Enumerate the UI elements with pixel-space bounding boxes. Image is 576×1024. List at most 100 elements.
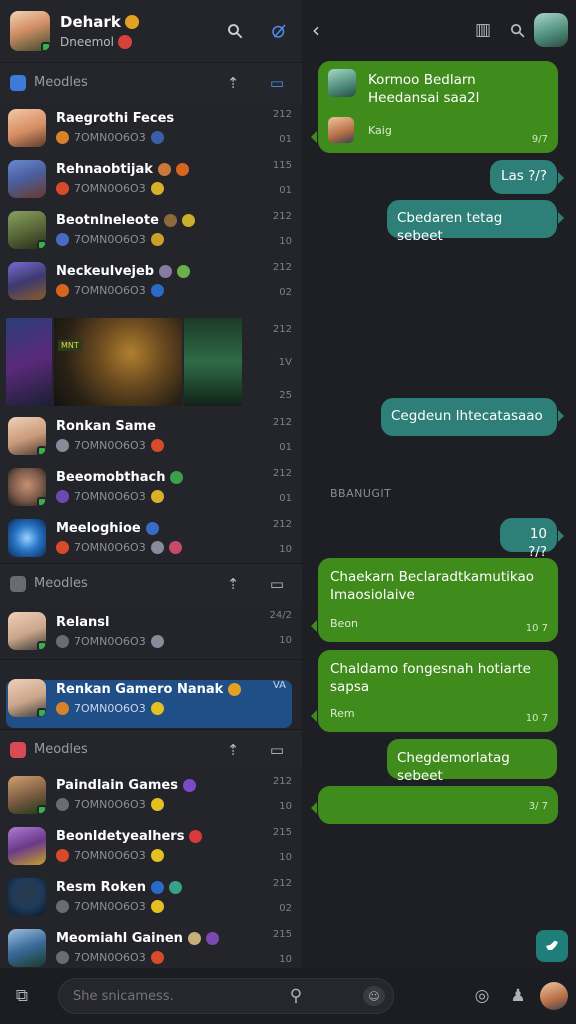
chat-preview-row: 7OMN0O6O3 [56,849,294,862]
chat-time: VA [272,680,286,691]
compose-icon[interactable] [266,18,292,44]
search-icon[interactable] [222,18,248,44]
message-bubble-incoming[interactable]: Chegdemorlatag sebeet [387,739,557,784]
fire-icon [56,284,69,297]
planet-icon [56,439,69,452]
emoji-picker-icon[interactable]: ☺ [363,986,385,1006]
clock-icon [150,634,164,648]
chat-meta: 212 01 [273,109,292,145]
message-bubble-incoming[interactable]: Chaldamo fongesnah hotiarte sapsa Rem 10… [311,650,558,732]
chat-preview: 7OMN0O6O3 [74,182,146,195]
message-bubble-incoming[interactable]: Kormoo Bedlarn Heedansai saa2l Kaig 9/7 [311,61,558,153]
chat-preview-row: 7OMN0O6O3 [56,490,294,503]
chat-count: 02 [279,903,292,914]
message-input-wrapper[interactable]: ⚲ ☺ [58,978,394,1014]
fire-icon [56,849,69,862]
chat-row[interactable]: Raegrothi Feces 7OMN0O6O3 212 01 [0,102,302,153]
attach-icon[interactable]: ⧉ [8,982,36,1010]
bookmark-icon[interactable]: ▭ [262,70,292,96]
message-input[interactable] [73,988,279,1004]
sort-up-icon[interactable]: ⇡ [218,571,248,597]
my-avatar[interactable] [10,11,50,51]
user-icon[interactable]: ♟ [504,982,532,1010]
smile-icon [150,490,164,503]
chat-avatar [8,826,46,865]
online-indicator [37,708,46,717]
chat-count: 10 [279,635,292,646]
peer-avatar[interactable] [534,13,568,47]
section-title: Meodles [34,576,88,591]
smile-icon [150,798,164,811]
chat-row[interactable]: Resm Roken 7OMN0O6O3 212 02 [0,871,302,922]
chat-row[interactable]: Beeomobthach 7OMN0O6O3 212 01 [0,461,302,512]
chat-name: Raegrothi Feces [56,111,175,126]
chat-count: 10 [279,852,292,863]
mic-icon[interactable]: ⚲ [285,982,307,1010]
message-bubble-incoming[interactable]: 3/ 7 [311,786,558,824]
chat-row[interactable]: Beonldetyealhers 7OMN0O6O3 215 10 [0,820,302,871]
chat-row[interactable]: Relansl 7OMN0O6O3 24/2 10 [0,603,302,659]
chat-preview: 7OMN0O6O3 [74,131,146,144]
section-title: Meodles [34,742,88,757]
layout-icon[interactable]: ▥ [466,15,500,45]
chat-name-row: Beonldetyealhers [56,829,294,844]
emoji-icon [159,265,173,278]
message-text: Chegdemorlatag sebeet [397,750,510,785]
chat-meta: 212 02 [273,262,292,298]
chat-time: 24/2 [269,610,292,621]
message-bubble-incoming[interactable]: Chaekarn Beclaradtkamutikao Imaosiolaive… [311,558,558,642]
message-bubble-outgoing[interactable]: Las ?/? [490,160,564,194]
chat-count: 10 [279,801,292,812]
chat-meta: 212 02 [273,878,292,914]
chat-name-row: Neckeulvejeb [56,264,294,279]
chat-name: Beeomobthach [56,470,166,485]
share-bird-icon[interactable] [536,930,568,962]
chat-row[interactable]: Paindlain Games 7OMN0O6O3 212 10 [0,769,302,820]
chat-row[interactable]: Neckeulvejeb 7OMN0O6O3 212 02 [0,255,302,306]
smile-icon [150,701,164,715]
chat-row[interactable]: Rehnaobtijak 7OMN0O6O3 115 01 [0,153,302,204]
chat-row[interactable]: Beotnlneleote 7OMN0O6O3 212 10 [0,204,302,255]
message-bubble-outgoing[interactable]: Cegdeun Ihtecatasaao [381,398,564,436]
chat-row[interactable]: Ronkan Same 7OMN0O6O3 212 01 [0,410,302,461]
chat-preview: 7OMN0O6O3 [74,951,146,964]
my-avatar-small[interactable] [540,982,568,1010]
message-text: Chaekarn Beclaradtkamutikao Imaosiolaive [330,569,534,604]
chat-row-body: Raegrothi Feces 7OMN0O6O3 [56,111,294,144]
message-bubble-outgoing[interactable]: Cbedaren tetag sebeet [387,200,564,244]
back-arrow-icon[interactable]: ‹ [312,18,334,42]
leaf-icon [170,471,184,484]
chat-row-body: Relansl 7OMN0O6O3 [56,615,294,648]
chat-name: Resm Roken [56,880,146,895]
sort-up-icon[interactable]: ⇡ [218,70,248,96]
chat-row[interactable]: Meeloghioe 7OMN0O6O3 212 10 [0,512,302,563]
chat-preview-row: 7OMN0O6O3 [56,541,294,554]
chat-preview-row: 7OMN0O6O3 [56,900,294,913]
chat-avatar [8,928,46,967]
chat-name: Meeloghioe [56,521,141,536]
chat-time: 115 [272,160,292,171]
banner-art-2: MNT [54,318,182,406]
emoji-icon [205,932,219,945]
fire-icon [56,701,69,715]
search-icon[interactable] [500,15,534,45]
chat-row-body: Meeloghioe 7OMN0O6O3 [56,521,294,554]
chat-row-selected[interactable]: Renkan Gamero Nanak 7OMN0O6O3 VA [0,673,302,723]
wave-icon [228,682,242,696]
chat-time: 212 [272,776,292,787]
chat-name: Beotnlneleote [56,213,159,228]
bookmark-icon[interactable]: ▭ [262,571,292,597]
game-banner-image[interactable]: MNT [6,318,244,406]
bookmark-icon[interactable]: ▭ [262,737,292,763]
chat-avatar [8,210,46,249]
smile-icon [150,849,164,862]
chat-row[interactable]: Meomiahl Gainen 7OMN0O6O3 215 10 [0,922,302,968]
sort-up-icon[interactable]: ⇡ [218,737,248,763]
chat-count: 25 [279,390,292,401]
smile-icon [150,182,164,195]
chat-meta: 215 10 [273,827,292,863]
chat-count: 10 [279,954,292,965]
message-bubble-outgoing[interactable]: 10 ?/? [500,518,564,560]
smile-icon [150,233,164,246]
record-icon[interactable]: ◎ [468,982,496,1010]
